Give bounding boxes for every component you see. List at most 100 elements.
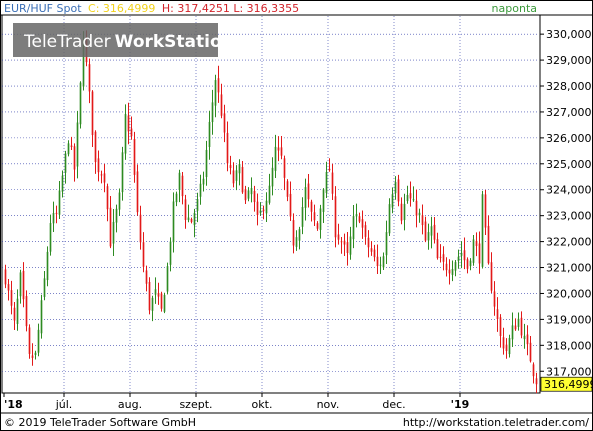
candle-body — [400, 203, 403, 221]
candle-body — [193, 212, 196, 226]
candle-body — [289, 193, 292, 217]
candle-body — [214, 80, 217, 106]
x-tick-label: júl. — [55, 398, 73, 411]
candle-body — [346, 242, 349, 254]
y-tick-label: 321,0000 — [546, 262, 593, 275]
candle-body — [262, 209, 265, 212]
candle-body — [259, 210, 262, 214]
candle-body — [427, 232, 430, 241]
candle-body — [322, 189, 325, 212]
candle-body — [529, 342, 532, 362]
watermark-text-bold: WorkStation — [115, 32, 234, 52]
candle-body — [373, 249, 376, 258]
candle-body — [277, 147, 280, 151]
candle-body — [31, 355, 34, 358]
candle-body — [274, 146, 277, 171]
candle-body — [361, 219, 364, 228]
candle-body — [436, 239, 439, 259]
candle-body — [394, 182, 397, 194]
candle-body — [301, 207, 304, 227]
candle-body — [334, 196, 337, 238]
watermark-text-plain: TeleTrader — [23, 32, 111, 52]
candle-body — [7, 284, 10, 291]
candle-body — [325, 171, 328, 193]
candle-body — [283, 158, 286, 178]
candle-body — [364, 225, 367, 237]
candle-body — [268, 185, 271, 203]
candle-body — [370, 248, 373, 252]
candle-body — [55, 212, 58, 214]
candle-body — [445, 263, 448, 271]
y-tick-label: 326,0000 — [546, 132, 593, 145]
header-close: C: 316,4999 — [88, 2, 155, 15]
candle-body — [169, 241, 172, 265]
candle-body — [217, 78, 220, 93]
footer-copyright: © 2019 TeleTrader Software GmbH — [4, 416, 196, 429]
candle-body — [433, 224, 436, 240]
candle-body — [451, 269, 454, 275]
candle-body — [490, 262, 493, 291]
candle-body — [166, 266, 169, 292]
candle-body — [67, 143, 70, 155]
candle-body — [79, 82, 82, 125]
candle-body — [316, 223, 319, 229]
candle-body — [46, 251, 49, 281]
candle-body — [145, 270, 148, 284]
candle-body — [127, 115, 130, 132]
y-tick-label: 317,0000 — [546, 365, 593, 378]
header-interval: naponta — [492, 2, 537, 15]
candle-body — [73, 146, 76, 170]
candle-body — [487, 225, 490, 264]
candle-body — [295, 237, 298, 247]
candle-body — [388, 204, 391, 234]
candle-body — [232, 170, 235, 184]
candle-body — [367, 237, 370, 248]
candle-body — [118, 192, 121, 210]
candle-body — [142, 242, 145, 267]
candle-body — [391, 194, 394, 208]
candle-body — [184, 199, 187, 220]
candle-body — [223, 113, 226, 133]
candle-body — [139, 214, 142, 243]
candle-body — [523, 335, 526, 340]
x-axis: '18 júl. aug. szept. okt. nov. dec. '19 — [3, 393, 470, 411]
candle-body — [382, 256, 385, 268]
x-tick-label: '19 — [451, 398, 470, 411]
candle-body — [307, 183, 310, 200]
x-tick-label: szept. — [179, 398, 212, 411]
candle-body — [493, 291, 496, 307]
candle-body — [136, 171, 139, 213]
y-tick-label: 318,0000 — [546, 339, 593, 352]
candle-body — [502, 337, 505, 349]
candle-body — [421, 215, 424, 226]
candle-body — [517, 318, 520, 327]
candle-body — [418, 212, 421, 216]
candle-body — [247, 190, 250, 199]
y-tick-label: 322,0000 — [546, 236, 593, 249]
candle-body — [148, 281, 151, 311]
candle-body — [535, 378, 538, 385]
candle-body — [439, 256, 442, 258]
candle-body — [196, 199, 199, 211]
candle-body — [481, 194, 484, 267]
candle-body — [241, 166, 244, 193]
last-price-marker: 316,4999 — [540, 376, 593, 392]
last-price-label: 316,4999 — [544, 378, 593, 391]
candle-body — [106, 186, 109, 210]
candle-body — [226, 132, 229, 164]
footer-url[interactable]: http://workstation.teletrader.com/ — [403, 416, 589, 429]
candle-body — [406, 195, 409, 202]
candle-body — [430, 226, 433, 236]
candle-body — [484, 194, 487, 228]
candle-body — [403, 203, 406, 220]
candle-body — [514, 325, 517, 330]
watermark-text: TeleTrader WorkStation — [23, 32, 234, 52]
candle-body — [358, 216, 361, 222]
candle-body — [94, 131, 97, 163]
y-tick-label: 324,0000 — [546, 184, 593, 197]
candle-body — [70, 145, 73, 148]
candle-body — [499, 317, 502, 337]
candle-body — [112, 221, 115, 244]
candle-body — [64, 153, 67, 173]
candle-body — [52, 212, 55, 224]
